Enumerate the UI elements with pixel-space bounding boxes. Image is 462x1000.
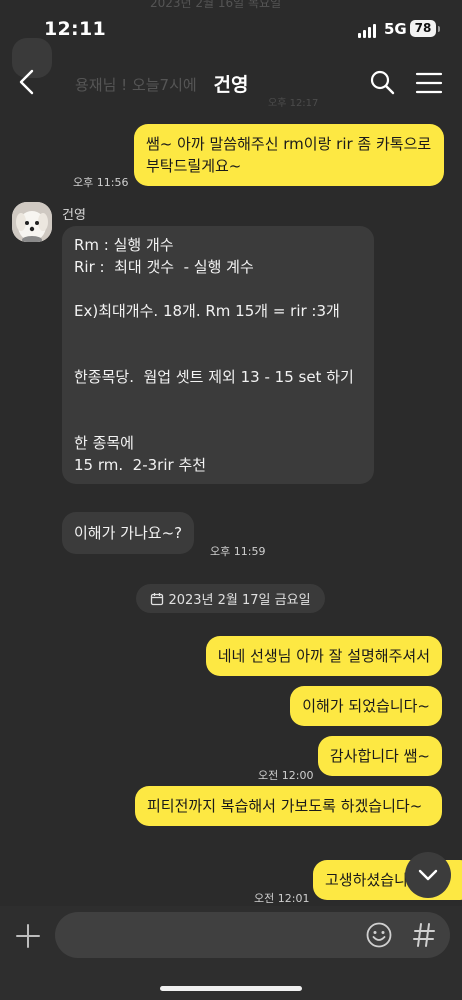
status-bar: 2023년 2월 16일 목요일 12:11 5G 78 [0,0,462,56]
avatar[interactable] [12,202,52,242]
my-message-bubble[interactable]: 피티전까지 복습해서 가보도록 하겠습니다~ [135,786,442,826]
plus-icon [16,924,40,948]
chat-header: 용재님 ! 오늘7시에 오후 12:17 건영 [0,38,462,110]
emoji-button[interactable] [364,920,394,950]
message-time: 오후 11:59 [210,545,266,558]
their-message-bubble[interactable]: Rm : 실행 개수 Rir : 최대 갯수 - 실행 계수 Ex)최대개수. … [62,226,374,484]
network-type: 5G [384,20,407,38]
dog-avatar-icon [12,202,52,242]
search-icon [370,70,395,95]
battery-icon: 78 [410,20,440,37]
hashtag-icon [413,923,435,947]
hashtag-search-button[interactable] [411,920,437,950]
signal-icon [358,24,378,38]
date-divider: 2023년 2월 17일 금요일 [136,584,325,613]
my-message-bubble[interactable]: 네네 선생님 아까 잘 설명해주셔서 [205,636,442,676]
smiley-icon [366,922,392,948]
my-message-bubble[interactable]: 감사합니다 쌤~ [317,736,442,776]
calendar-icon [151,592,164,605]
search-button[interactable] [368,68,396,96]
message-time: 오후 11:56 [73,176,129,189]
scroll-to-bottom-button[interactable] [405,852,451,898]
home-indicator [160,986,302,991]
message-time: 오전 12:01 [254,892,310,905]
hamburger-icon [415,72,443,94]
ghost-date-divider: 2023년 2월 16일 목요일 [150,0,282,10]
attach-button[interactable] [14,922,42,950]
date-divider-label: 2023년 2월 17일 금요일 [168,593,311,608]
message-input-bar [0,906,462,1000]
menu-button[interactable] [414,70,444,96]
clock: 12:11 [44,18,106,40]
their-message-bubble[interactable]: 이해가 가나요~? [62,512,195,554]
chevron-down-icon [418,869,438,881]
my-message-bubble[interactable]: 이해가 되었습니다~ [290,686,442,726]
message-time: 오전 12:00 [258,769,314,782]
sender-name: 건영 [62,208,86,223]
my-message-bubble[interactable]: 쌤~ 아까 말씀해주신 rm이랑 rir 좀 카톡으로 부탁드릴게요~ [134,124,444,186]
